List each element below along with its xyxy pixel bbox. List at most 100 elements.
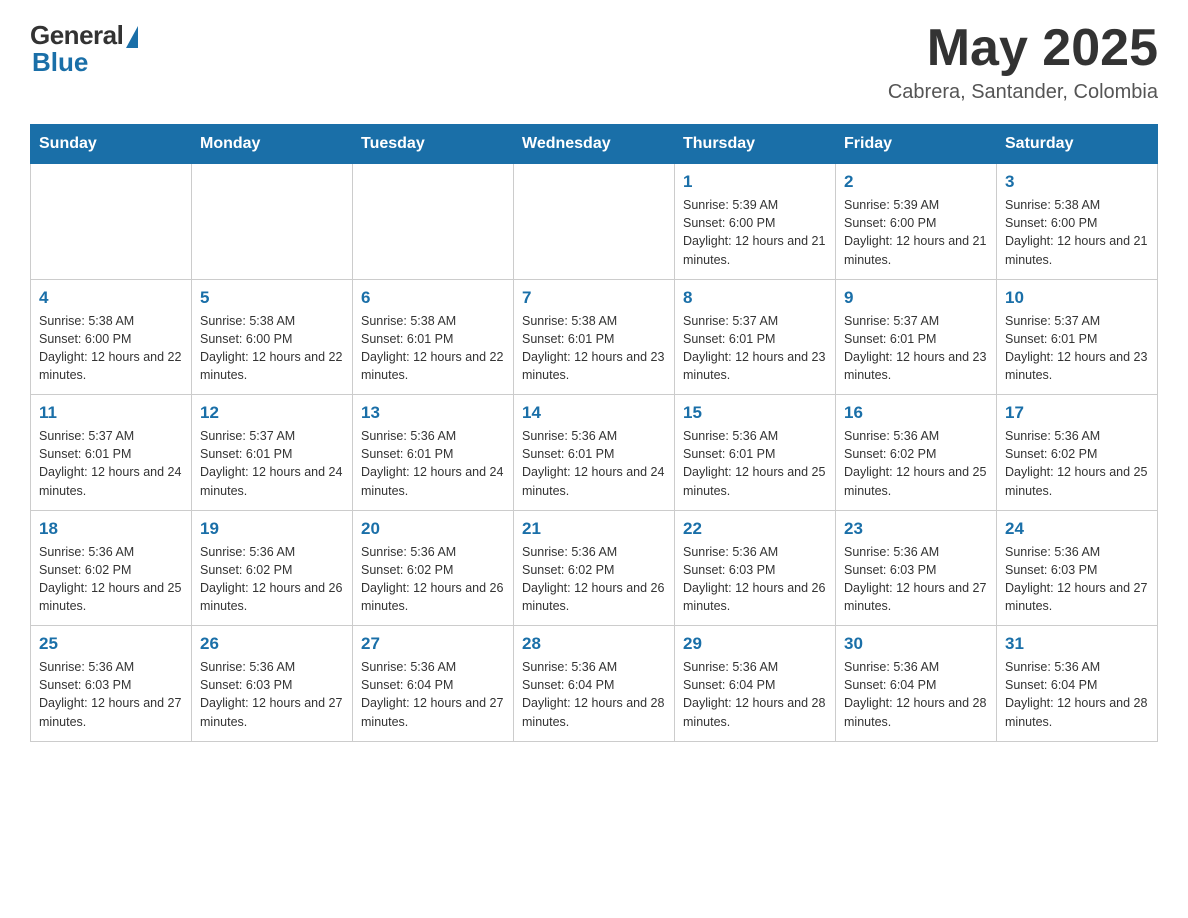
day-number: 26 [200, 634, 344, 654]
day-number: 24 [1005, 519, 1149, 539]
day-number: 17 [1005, 403, 1149, 423]
calendar-week-row: 1Sunrise: 5:39 AMSunset: 6:00 PMDaylight… [31, 164, 1158, 280]
calendar-table: SundayMondayTuesdayWednesdayThursdayFrid… [30, 124, 1158, 742]
day-info: Sunrise: 5:36 AMSunset: 6:02 PMDaylight:… [844, 427, 988, 500]
calendar-cell: 25 Sunrise: 5:36 AMSunset: 6:03 PMDayligh… [31, 626, 192, 742]
day-info: Sunrise: 5:39 AMSunset: 6:00 PMDaylight:… [683, 196, 827, 269]
calendar-day-header: Thursday [675, 125, 836, 164]
calendar-cell [192, 164, 353, 280]
day-info: Sunrise: 5:38 AMSunset: 6:01 PMDaylight:… [522, 312, 666, 385]
calendar-cell: 16 Sunrise: 5:36 AMSunset: 6:02 PMDayligh… [836, 395, 997, 511]
calendar-week-row: 4 Sunrise: 5:38 AMSunset: 6:00 PMDaylight… [31, 279, 1158, 395]
day-number: 16 [844, 403, 988, 423]
calendar-cell: 17 Sunrise: 5:36 AMSunset: 6:02 PMDayligh… [997, 395, 1158, 511]
calendar-cell: 13 Sunrise: 5:36 AMSunset: 6:01 PMDayligh… [353, 395, 514, 511]
calendar-cell: 3 Sunrise: 5:38 AMSunset: 6:00 PMDaylight… [997, 164, 1158, 280]
day-info: Sunrise: 5:36 AMSunset: 6:04 PMDaylight:… [361, 658, 505, 731]
day-info: Sunrise: 5:37 AMSunset: 6:01 PMDaylight:… [683, 312, 827, 385]
calendar-cell: 27 Sunrise: 5:36 AMSunset: 6:04 PMDayligh… [353, 626, 514, 742]
day-number: 31 [1005, 634, 1149, 654]
calendar-cell: 18 Sunrise: 5:36 AMSunset: 6:02 PMDayligh… [31, 510, 192, 626]
calendar-header-row: SundayMondayTuesdayWednesdayThursdayFrid… [31, 125, 1158, 164]
calendar-cell: 14Sunrise: 5:36 AMSunset: 6:01 PMDayligh… [514, 395, 675, 511]
day-number: 2 [844, 172, 988, 192]
calendar-cell: 19 Sunrise: 5:36 AMSunset: 6:02 PMDayligh… [192, 510, 353, 626]
calendar-day-header: Tuesday [353, 125, 514, 164]
day-number: 25 [39, 634, 183, 654]
day-info: Sunrise: 5:37 AMSunset: 6:01 PMDaylight:… [844, 312, 988, 385]
calendar-cell: 29 Sunrise: 5:36 AMSunset: 6:04 PMDayligh… [675, 626, 836, 742]
day-info: Sunrise: 5:36 AMSunset: 6:02 PMDaylight:… [522, 543, 666, 616]
month-year-title: May 2025 [888, 20, 1158, 77]
calendar-cell: 11Sunrise: 5:37 AMSunset: 6:01 PMDayligh… [31, 395, 192, 511]
day-number: 11 [39, 403, 183, 423]
calendar-cell: 4 Sunrise: 5:38 AMSunset: 6:00 PMDaylight… [31, 279, 192, 395]
day-number: 20 [361, 519, 505, 539]
day-info: Sunrise: 5:36 AMSunset: 6:03 PMDaylight:… [683, 543, 827, 616]
day-number: 22 [683, 519, 827, 539]
location-subtitle: Cabrera, Santander, Colombia [888, 81, 1158, 104]
calendar-cell: 28 Sunrise: 5:36 AMSunset: 6:04 PMDayligh… [514, 626, 675, 742]
day-number: 4 [39, 288, 183, 308]
day-number: 28 [522, 634, 666, 654]
day-number: 12 [200, 403, 344, 423]
calendar-day-header: Sunday [31, 125, 192, 164]
day-number: 18 [39, 519, 183, 539]
day-info: Sunrise: 5:37 AMSunset: 6:01 PMDaylight:… [1005, 312, 1149, 385]
logo-blue-text: Blue [32, 47, 88, 78]
calendar-cell [31, 164, 192, 280]
calendar-cell: 23 Sunrise: 5:36 AMSunset: 6:03 PMDayligh… [836, 510, 997, 626]
day-info: Sunrise: 5:36 AMSunset: 6:03 PMDaylight:… [200, 658, 344, 731]
day-info: Sunrise: 5:38 AMSunset: 6:01 PMDaylight:… [361, 312, 505, 385]
day-info: Sunrise: 5:36 AMSunset: 6:01 PMDaylight:… [361, 427, 505, 500]
day-number: 21 [522, 519, 666, 539]
title-section: May 2025 Cabrera, Santander, Colombia [888, 20, 1158, 104]
day-info: Sunrise: 5:36 AMSunset: 6:04 PMDaylight:… [522, 658, 666, 731]
day-info: Sunrise: 5:36 AMSunset: 6:01 PMDaylight:… [683, 427, 827, 500]
page-header: General Blue May 2025 Cabrera, Santander… [30, 20, 1158, 104]
day-number: 15 [683, 403, 827, 423]
day-number: 6 [361, 288, 505, 308]
calendar-body: 1Sunrise: 5:39 AMSunset: 6:00 PMDaylight… [31, 164, 1158, 742]
day-info: Sunrise: 5:38 AMSunset: 6:00 PMDaylight:… [39, 312, 183, 385]
day-info: Sunrise: 5:36 AMSunset: 6:01 PMDaylight:… [522, 427, 666, 500]
day-number: 29 [683, 634, 827, 654]
day-info: Sunrise: 5:38 AMSunset: 6:00 PMDaylight:… [1005, 196, 1149, 269]
day-number: 19 [200, 519, 344, 539]
day-number: 7 [522, 288, 666, 308]
day-info: Sunrise: 5:36 AMSunset: 6:02 PMDaylight:… [200, 543, 344, 616]
day-number: 27 [361, 634, 505, 654]
day-number: 23 [844, 519, 988, 539]
calendar-cell: 24 Sunrise: 5:36 AMSunset: 6:03 PMDayligh… [997, 510, 1158, 626]
calendar-cell: 8 Sunrise: 5:37 AMSunset: 6:01 PMDaylight… [675, 279, 836, 395]
calendar-cell [353, 164, 514, 280]
day-info: Sunrise: 5:36 AMSunset: 6:03 PMDaylight:… [1005, 543, 1149, 616]
calendar-cell [514, 164, 675, 280]
day-number: 3 [1005, 172, 1149, 192]
calendar-cell: 10Sunrise: 5:37 AMSunset: 6:01 PMDayligh… [997, 279, 1158, 395]
day-info: Sunrise: 5:36 AMSunset: 6:02 PMDaylight:… [1005, 427, 1149, 500]
logo: General Blue [30, 20, 138, 78]
calendar-cell: 9Sunrise: 5:37 AMSunset: 6:01 PMDaylight… [836, 279, 997, 395]
day-info: Sunrise: 5:36 AMSunset: 6:04 PMDaylight:… [683, 658, 827, 731]
day-info: Sunrise: 5:36 AMSunset: 6:04 PMDaylight:… [1005, 658, 1149, 731]
calendar-day-header: Friday [836, 125, 997, 164]
day-info: Sunrise: 5:36 AMSunset: 6:04 PMDaylight:… [844, 658, 988, 731]
calendar-cell: 22 Sunrise: 5:36 AMSunset: 6:03 PMDayligh… [675, 510, 836, 626]
calendar-cell: 26 Sunrise: 5:36 AMSunset: 6:03 PMDayligh… [192, 626, 353, 742]
calendar-week-row: 25 Sunrise: 5:36 AMSunset: 6:03 PMDayligh… [31, 626, 1158, 742]
calendar-cell: 5Sunrise: 5:38 AMSunset: 6:00 PMDaylight… [192, 279, 353, 395]
calendar-cell: 21 Sunrise: 5:36 AMSunset: 6:02 PMDayligh… [514, 510, 675, 626]
calendar-cell: 30Sunrise: 5:36 AMSunset: 6:04 PMDayligh… [836, 626, 997, 742]
day-info: Sunrise: 5:36 AMSunset: 6:03 PMDaylight:… [39, 658, 183, 731]
day-info: Sunrise: 5:38 AMSunset: 6:00 PMDaylight:… [200, 312, 344, 385]
day-info: Sunrise: 5:36 AMSunset: 6:02 PMDaylight:… [361, 543, 505, 616]
calendar-cell: 7 Sunrise: 5:38 AMSunset: 6:01 PMDaylight… [514, 279, 675, 395]
calendar-cell: 15 Sunrise: 5:36 AMSunset: 6:01 PMDayligh… [675, 395, 836, 511]
day-number: 13 [361, 403, 505, 423]
calendar-day-header: Saturday [997, 125, 1158, 164]
day-info: Sunrise: 5:36 AMSunset: 6:03 PMDaylight:… [844, 543, 988, 616]
day-info: Sunrise: 5:36 AMSunset: 6:02 PMDaylight:… [39, 543, 183, 616]
calendar-cell: 2Sunrise: 5:39 AMSunset: 6:00 PMDaylight… [836, 164, 997, 280]
day-number: 8 [683, 288, 827, 308]
